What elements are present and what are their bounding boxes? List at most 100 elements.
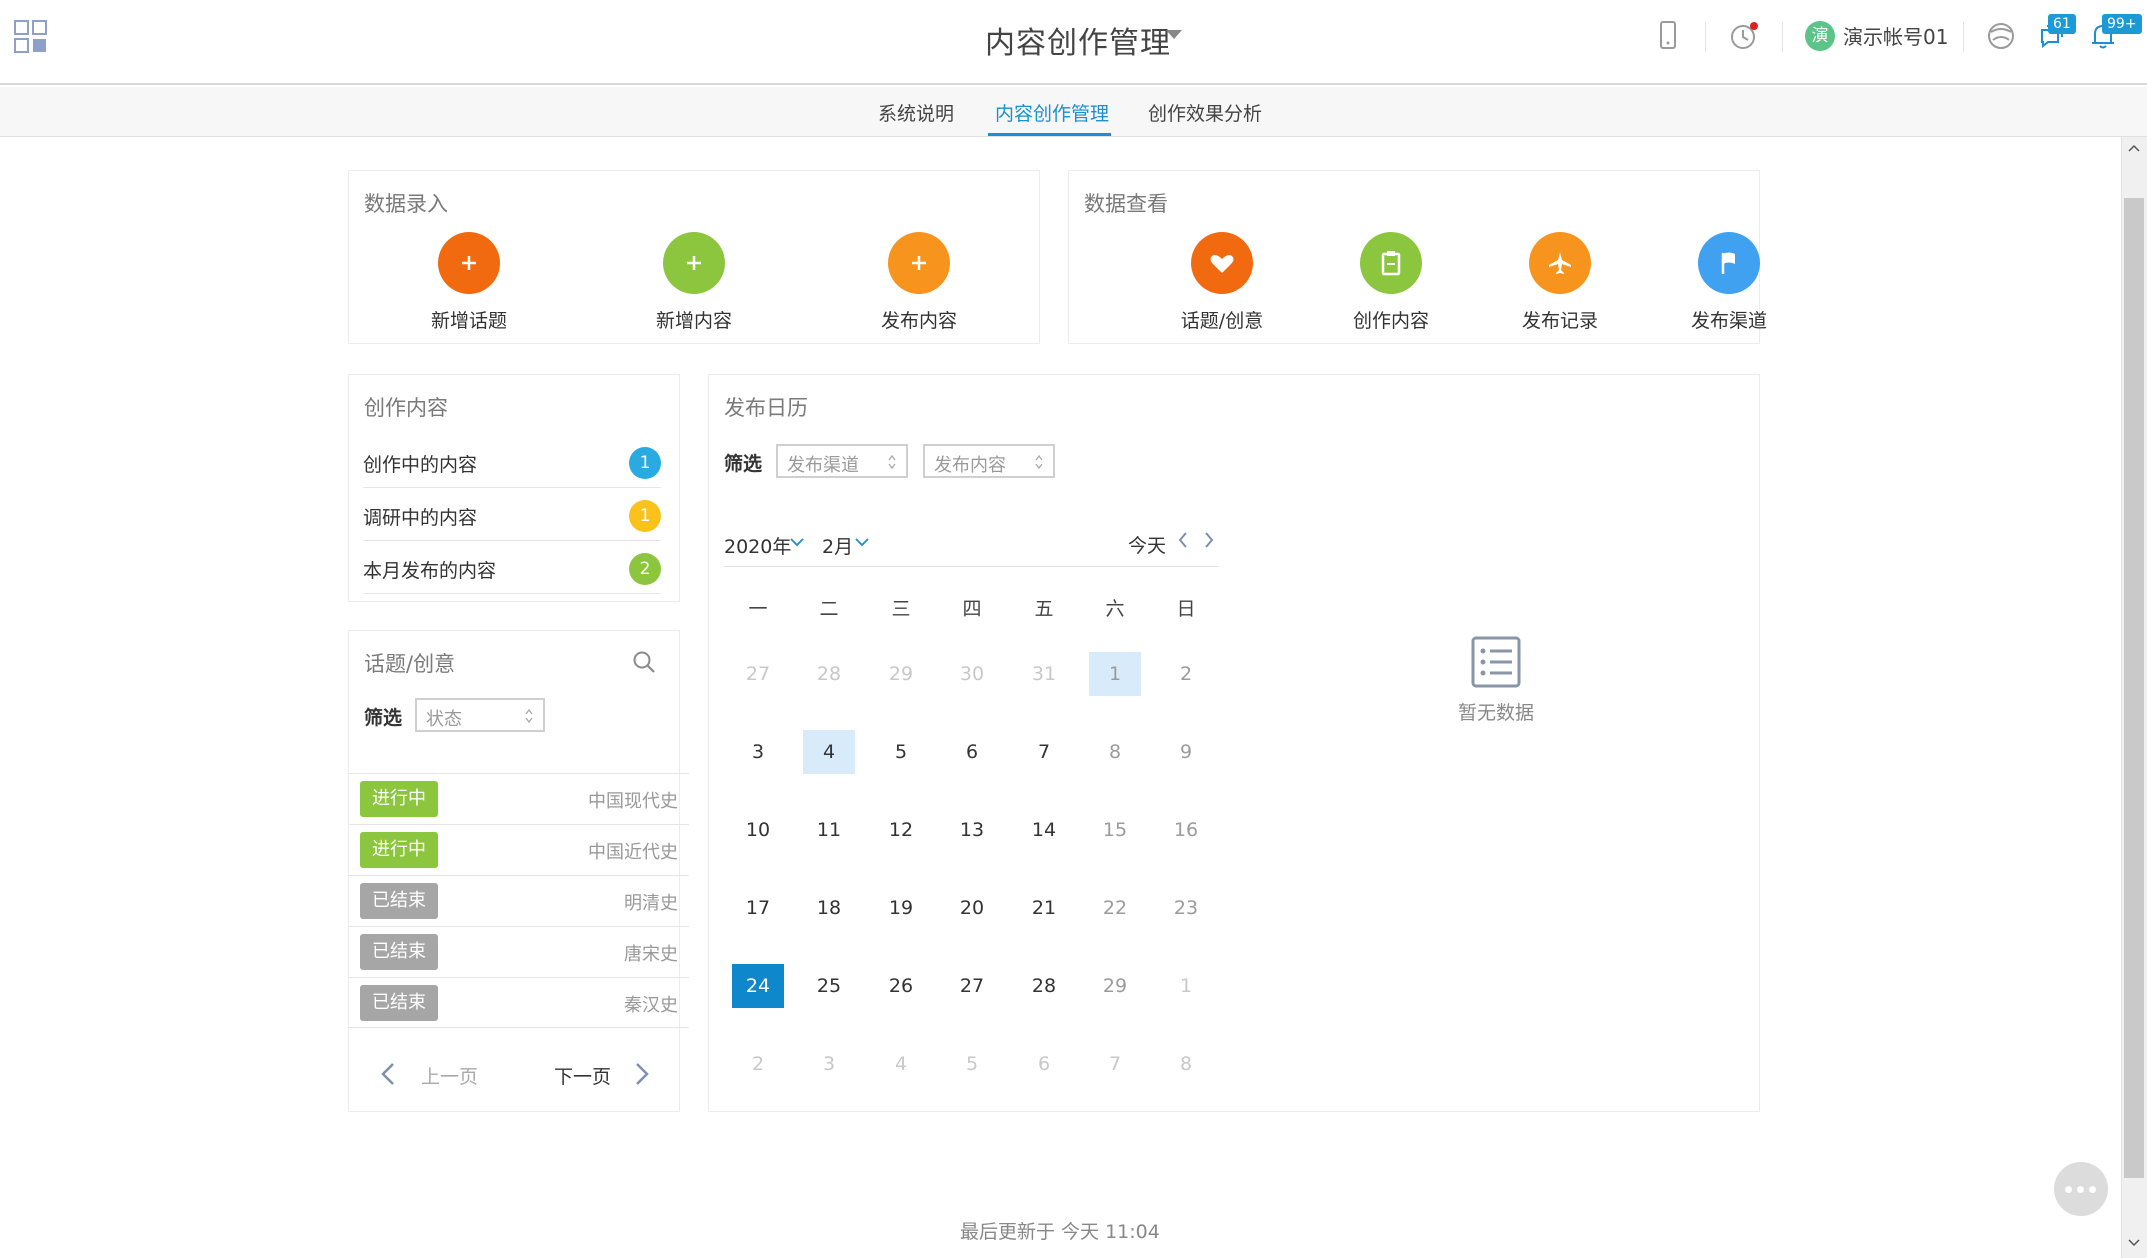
add-content-circle[interactable] <box>663 232 725 294</box>
calendar-day[interactable]: 7 <box>1089 1042 1141 1086</box>
calendar-day[interactable]: 13 <box>946 808 998 852</box>
tab-creation-analysis[interactable]: 创作效果分析 <box>1148 99 1262 126</box>
calendar-day[interactable]: 31 <box>1018 652 1070 696</box>
calendar-day[interactable]: 3 <box>732 730 784 774</box>
chevron-left-icon[interactable] <box>1176 530 1190 550</box>
calendar-day[interactable]: 3 <box>803 1042 855 1086</box>
add-content-button[interactable]: 新增内容 <box>614 232 774 333</box>
calendar-day[interactable]: 11 <box>803 808 855 852</box>
calendar-day[interactable]: 9 <box>1160 730 1212 774</box>
tab-system-description[interactable]: 系统说明 <box>878 99 954 126</box>
topic-name: 秦汉史 <box>624 995 678 1016</box>
calendar-day[interactable]: 26 <box>875 964 927 1008</box>
calendar-day[interactable]: 27 <box>732 652 784 696</box>
mobile-icon[interactable] <box>1650 18 1686 54</box>
calendar-day[interactable]: 29 <box>875 652 927 696</box>
weekday-label: 四 <box>962 598 982 620</box>
today-button[interactable]: 今天 <box>1128 531 1166 558</box>
next-page-button[interactable]: 下一页 <box>554 1062 611 1089</box>
calendar-day[interactable]: 2 <box>1160 652 1212 696</box>
add-topic-label: 新增话题 <box>430 310 507 332</box>
calendar-day[interactable]: 21 <box>1018 886 1070 930</box>
calendar-day[interactable]: 17 <box>732 886 784 930</box>
more-options-button[interactable] <box>2054 1162 2108 1216</box>
content-select[interactable]: 发布内容 <box>923 444 1055 478</box>
calendar-day[interactable]: 28 <box>1018 964 1070 1008</box>
year-selector[interactable]: 2020年 <box>724 532 791 559</box>
view-creations-button[interactable]: 创作内容 <box>1311 232 1471 333</box>
list-item-published-this-month[interactable]: 本月发布的内容 2 <box>363 541 661 594</box>
calendar-filter-label: 筛选 <box>724 453 763 475</box>
calendar-day[interactable]: 6 <box>1018 1042 1070 1086</box>
status-select[interactable]: 状态 <box>415 698 545 732</box>
calendar-day[interactable]: 24 <box>732 964 784 1008</box>
channel-select[interactable]: 发布渠道 <box>776 444 908 478</box>
calendar-day[interactable]: 2 <box>732 1042 784 1086</box>
list-item-creating[interactable]: 创作中的内容 1 <box>363 435 661 488</box>
calendar-day[interactable]: 23 <box>1160 886 1212 930</box>
calendar-day[interactable]: 1 <box>1089 652 1141 696</box>
chevron-down-icon[interactable] <box>790 536 804 548</box>
calendar-day[interactable]: 5 <box>946 1042 998 1086</box>
calendar-day[interactable]: 28 <box>803 652 855 696</box>
publish-records-circle[interactable] <box>1529 232 1591 294</box>
calendar-day[interactable]: 20 <box>946 886 998 930</box>
select-arrows-icon <box>888 454 896 470</box>
calendar-day[interactable]: 10 <box>732 808 784 852</box>
add-topic-button[interactable]: 新增话题 <box>389 232 549 333</box>
publish-content-button[interactable]: 发布内容 <box>839 232 999 333</box>
calendar-day[interactable]: 7 <box>1018 730 1070 774</box>
calendar-day[interactable]: 29 <box>1089 964 1141 1008</box>
list-item-researching[interactable]: 调研中的内容 1 <box>363 488 661 541</box>
calendar-day[interactable]: 8 <box>1160 1042 1212 1086</box>
app-grid-icon[interactable] <box>14 20 48 54</box>
calendar-day[interactable]: 8 <box>1089 730 1141 774</box>
view-topics-button[interactable]: 话题/创意 <box>1142 232 1302 333</box>
scroll-down-icon[interactable] <box>2128 1236 2140 1248</box>
tab-content-creation[interactable]: 内容创作管理 <box>995 99 1109 126</box>
calendar-day[interactable]: 6 <box>946 730 998 774</box>
publish-channels-button[interactable]: 发布渠道 <box>1649 232 1809 333</box>
scrollbar-thumb[interactable] <box>2124 198 2144 1178</box>
chevron-left-icon[interactable] <box>379 1061 397 1087</box>
calendar-day[interactable]: 5 <box>875 730 927 774</box>
publish-records-button[interactable]: 发布记录 <box>1480 232 1640 333</box>
calendar-day[interactable]: 1 <box>1160 964 1212 1008</box>
calendar-day[interactable]: 12 <box>875 808 927 852</box>
table-row[interactable]: 进行中 中国现代史 <box>349 773 689 824</box>
calendar-day[interactable]: 19 <box>875 886 927 930</box>
chevron-down-icon[interactable] <box>1166 30 1182 39</box>
calendar-day[interactable]: 18 <box>803 886 855 930</box>
calendar-day[interactable]: 14 <box>1018 808 1070 852</box>
avatar[interactable]: 演 <box>1805 21 1835 51</box>
view-creations-circle[interactable] <box>1360 232 1422 294</box>
scroll-up-icon[interactable] <box>2128 143 2140 155</box>
publish-content-circle[interactable] <box>888 232 950 294</box>
chevron-right-icon[interactable] <box>633 1061 651 1087</box>
calendar-day[interactable]: 15 <box>1089 808 1141 852</box>
publish-channels-circle[interactable] <box>1698 232 1760 294</box>
table-row[interactable]: 已结束 唐宋史 <box>349 926 689 977</box>
skin-theme-icon[interactable] <box>1983 18 2019 54</box>
count-badge: 1 <box>629 447 661 479</box>
table-row[interactable]: 已结束 秦汉史 <box>349 977 689 1028</box>
chevron-down-icon[interactable] <box>855 536 869 548</box>
calendar-day[interactable]: 16 <box>1160 808 1212 852</box>
add-topic-circle[interactable] <box>438 232 500 294</box>
table-row[interactable]: 已结束 明清史 <box>349 875 689 926</box>
chevron-right-icon[interactable] <box>1202 530 1216 550</box>
username[interactable]: 演示帐号01 <box>1843 21 1948 50</box>
table-row[interactable]: 进行中 中国近代史 <box>349 824 689 875</box>
calendar-day[interactable]: 25 <box>803 964 855 1008</box>
search-icon[interactable] <box>631 649 657 675</box>
app-title[interactable]: 内容创作管理 <box>985 18 1171 62</box>
calendar-day[interactable]: 22 <box>1089 886 1141 930</box>
view-topics-circle[interactable] <box>1191 232 1253 294</box>
month-selector[interactable]: 2月 <box>822 532 853 559</box>
calendar-day[interactable]: 4 <box>875 1042 927 1086</box>
clock-icon[interactable] <box>1726 18 1762 54</box>
calendar-day[interactable]: 30 <box>946 652 998 696</box>
prev-page-button[interactable]: 上一页 <box>421 1062 478 1089</box>
calendar-day[interactable]: 27 <box>946 964 998 1008</box>
calendar-day[interactable]: 4 <box>803 730 855 774</box>
